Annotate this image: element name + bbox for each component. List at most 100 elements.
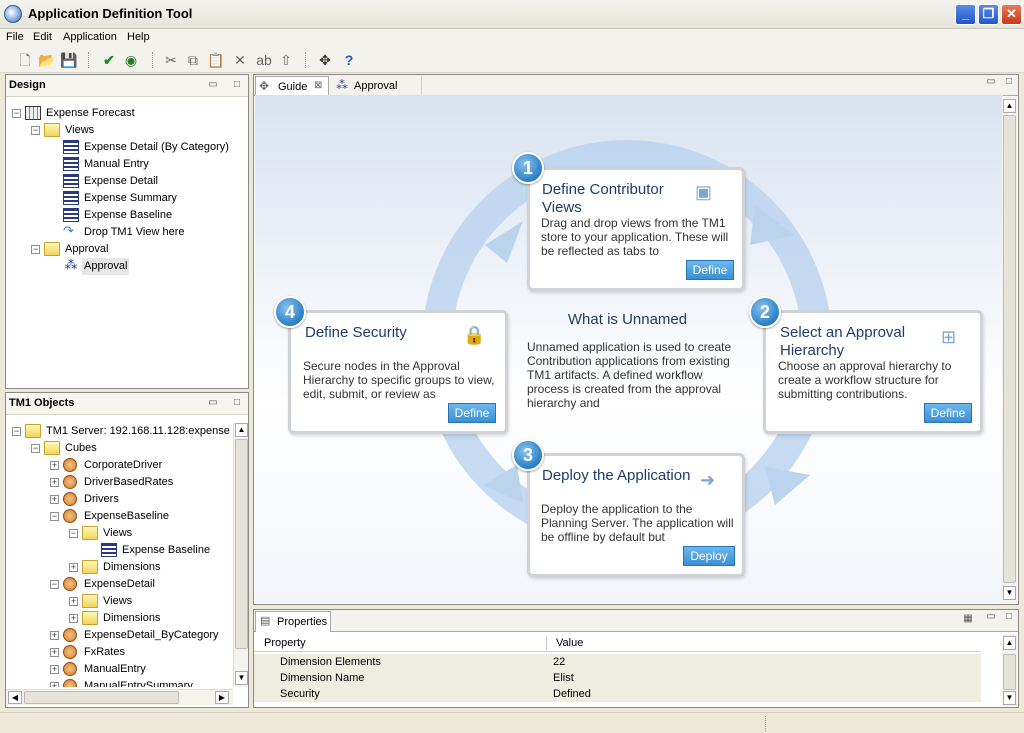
minimize-view-icon[interactable]: ▭ — [985, 77, 997, 88]
close-button[interactable]: ✕ — [1001, 4, 1022, 25]
scroll-right-icon[interactable]: ▶ — [215, 691, 229, 704]
tree-item[interactable]: − Views — [6, 122, 248, 139]
define-views-button[interactable]: Define — [686, 260, 734, 280]
minimize-button[interactable]: _ — [955, 4, 976, 25]
save-icon[interactable]: 💾 — [60, 51, 78, 69]
expand-icon[interactable]: + — [69, 614, 78, 623]
scroll-down-icon[interactable]: ▼ — [235, 671, 248, 685]
scroll-down-icon[interactable]: ▼ — [1003, 586, 1016, 600]
expand-icon[interactable]: + — [50, 648, 59, 657]
expand-icon[interactable]: + — [50, 478, 59, 487]
properties-vertical-scrollbar[interactable]: ▲ ▼ — [1002, 634, 1017, 707]
new-file-icon[interactable]: 🗋 — [16, 51, 34, 69]
scroll-up-icon[interactable]: ▲ — [235, 423, 248, 437]
collapse-icon[interactable]: − — [31, 245, 40, 254]
expand-icon[interactable]: + — [69, 597, 78, 606]
expand-icon[interactable]: + — [69, 563, 78, 572]
property-row[interactable]: Dimension Name Elist — [254, 670, 981, 686]
tree-item[interactable]: − Cubes — [6, 440, 233, 457]
cut-icon[interactable]: ✂ — [162, 51, 180, 69]
scroll-thumb[interactable] — [1003, 654, 1016, 690]
tree-item[interactable]: + Views — [6, 593, 233, 610]
tree-item[interactable]: − Views — [6, 525, 233, 542]
copy-icon[interactable]: ⧉ — [184, 51, 202, 69]
tree-item[interactable]: Expense Detail (By Category) — [6, 139, 248, 156]
tree-item[interactable]: − Expense Forecast — [6, 105, 248, 122]
move-icon[interactable]: ✥ — [316, 51, 334, 69]
scroll-left-icon[interactable]: ◀ — [8, 691, 22, 704]
validate-check-icon[interactable]: ✔ — [100, 51, 118, 69]
minimize-view-icon[interactable]: ▭ — [985, 612, 997, 623]
property-row[interactable]: Dimension Elements 22 — [254, 654, 981, 670]
globe-icon[interactable]: ◉ — [122, 51, 140, 69]
tm1-horizontal-scrollbar[interactable]: ◀ ▶ — [6, 689, 233, 705]
collapse-icon[interactable]: − — [12, 109, 21, 118]
tree-item[interactable]: + ExpenseDetail_ByCategory — [6, 627, 233, 644]
maximize-view-icon[interactable]: □ — [231, 80, 243, 91]
property-row[interactable]: Security Defined — [254, 686, 981, 702]
minimize-view-icon[interactable]: ▭ — [207, 398, 219, 409]
scroll-up-icon[interactable]: ▲ — [1003, 99, 1016, 113]
expand-icon[interactable]: + — [50, 665, 59, 674]
minimize-view-icon[interactable]: ▭ — [207, 80, 219, 91]
scroll-up-icon[interactable]: ▲ — [1003, 636, 1016, 650]
define-hierarchy-button[interactable]: Define — [924, 403, 972, 423]
tab-approval[interactable]: ⁂ Approval — [332, 76, 422, 96]
help-icon[interactable]: ? — [340, 51, 358, 69]
tab-guide[interactable]: ✥ Guide ⊠ — [255, 76, 329, 96]
paste-icon[interactable]: 📋 — [207, 51, 225, 69]
tree-item[interactable]: − Approval — [6, 241, 248, 258]
scroll-thumb[interactable] — [235, 439, 248, 649]
maximize-view-icon[interactable]: □ — [231, 398, 243, 409]
tree-item[interactable]: + Dimensions — [6, 610, 233, 627]
tree-item[interactable]: − ExpenseDetail — [6, 576, 233, 593]
expand-icon[interactable]: + — [50, 682, 59, 687]
maximize-view-icon[interactable]: □ — [1003, 612, 1015, 623]
close-tab-icon[interactable]: ⊠ — [314, 80, 322, 91]
collapse-icon[interactable]: − — [31, 444, 40, 453]
move-up-icon[interactable]: ⇧ — [277, 51, 295, 69]
expand-icon[interactable]: + — [50, 631, 59, 640]
scroll-thumb[interactable] — [24, 691, 179, 704]
collapse-icon[interactable]: − — [31, 126, 40, 135]
tree-item[interactable]: ⁂ Approval — [6, 258, 248, 275]
tree-item[interactable]: Expense Baseline — [6, 542, 233, 559]
tree-item[interactable]: + Dimensions — [6, 559, 233, 576]
maximize-button[interactable]: ❐ — [978, 4, 999, 25]
guide-vertical-scrollbar[interactable]: ▲ ▼ — [1002, 97, 1017, 603]
tm1-vertical-scrollbar[interactable]: ▲ ▼ — [233, 423, 248, 687]
tree-item[interactable]: Expense Detail — [6, 173, 248, 190]
collapse-icon[interactable]: − — [69, 529, 78, 538]
menu-help[interactable]: Help — [127, 31, 150, 43]
tree-item[interactable]: + CorporateDriver — [6, 457, 233, 474]
open-folder-icon[interactable]: 📂 — [38, 51, 56, 69]
deploy-button[interactable]: Deploy — [683, 546, 735, 566]
menu-file[interactable]: File — [6, 31, 24, 43]
tree-item[interactable]: + ManualEntry — [6, 661, 233, 678]
column-header-property[interactable]: Property — [264, 634, 306, 652]
collapse-icon[interactable]: − — [50, 580, 59, 589]
collapse-icon[interactable]: − — [12, 427, 21, 436]
delete-icon[interactable]: ✕ — [231, 51, 249, 69]
scroll-down-icon[interactable]: ▼ — [1003, 691, 1016, 705]
tree-item[interactable]: Expense Summary — [6, 190, 248, 207]
filter-properties-icon[interactable]: ▦ — [962, 614, 974, 625]
tree-item[interactable]: + DriverBasedRates — [6, 474, 233, 491]
expand-icon[interactable]: + — [50, 495, 59, 504]
menu-edit[interactable]: Edit — [33, 31, 52, 43]
tree-item[interactable]: − ExpenseBaseline — [6, 508, 233, 525]
menu-application[interactable]: Application — [63, 31, 117, 43]
collapse-icon[interactable]: − — [50, 512, 59, 521]
tree-item[interactable]: Manual Entry — [6, 156, 248, 173]
tree-item[interactable]: + Drivers — [6, 491, 233, 508]
tree-item[interactable]: Expense Baseline — [6, 207, 248, 224]
define-security-button[interactable]: Define — [448, 403, 496, 423]
tree-item[interactable]: − TM1 Server: 192.168.11.128:expense — [6, 423, 233, 440]
column-header-value[interactable]: Value — [556, 634, 583, 652]
scroll-thumb[interactable] — [1003, 115, 1016, 583]
tree-item[interactable]: + FxRates — [6, 644, 233, 661]
tree-item[interactable]: + ManualEntrySummary — [6, 678, 233, 687]
tree-item[interactable]: ↷ Drop TM1 View here — [6, 224, 248, 241]
expand-icon[interactable]: + — [50, 461, 59, 470]
rename-icon[interactable]: ab — [255, 51, 273, 69]
